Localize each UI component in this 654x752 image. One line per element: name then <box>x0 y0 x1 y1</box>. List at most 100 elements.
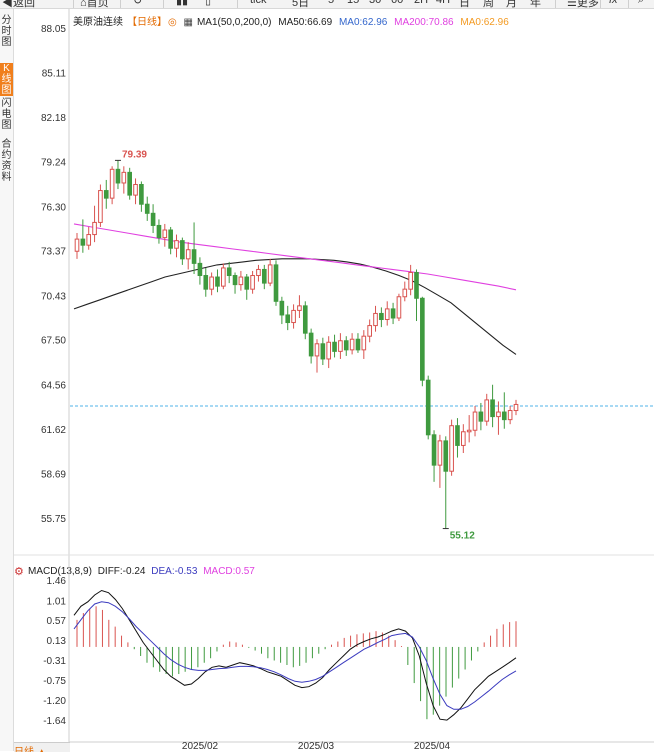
candle-body <box>185 249 191 260</box>
candle-body <box>326 341 332 360</box>
high-label: 79.39 <box>122 149 147 160</box>
candle-body <box>425 379 431 436</box>
candle-body <box>203 275 209 290</box>
price-tick-label: 58.69 <box>41 469 66 480</box>
candle-body <box>349 338 355 351</box>
candle-body <box>513 403 519 412</box>
price-tick-label: 88.05 <box>41 24 66 35</box>
candle-body <box>373 312 378 327</box>
candle-body <box>139 183 144 205</box>
macd-tick-label: 0.57 <box>47 616 67 627</box>
candle-body <box>478 411 484 422</box>
candle-body <box>420 297 425 381</box>
candle-body <box>455 425 460 446</box>
macd-tick-label: 1.46 <box>47 576 67 587</box>
candle-body <box>267 264 273 284</box>
price-tick-label: 82.18 <box>41 113 66 124</box>
price-tick-label: 85.11 <box>42 69 67 80</box>
candle-body <box>127 171 132 196</box>
candle-body <box>379 312 384 321</box>
candle-body <box>191 249 197 264</box>
price-chart[interactable]: 88.05 85.11 82.18 79.24 76.30 73.37 70.43 67.50… <box>0 0 654 751</box>
macd-tick-label: -0.75 <box>43 676 66 687</box>
candle-body <box>507 410 513 421</box>
candle-body <box>291 309 296 324</box>
candle-body <box>226 267 232 277</box>
macd-tick-label: -0.31 <box>43 656 66 667</box>
candle-body <box>144 203 150 214</box>
candle-body <box>115 168 121 184</box>
candle-body <box>109 168 115 199</box>
candle-body <box>437 440 443 466</box>
candle-body <box>92 221 97 236</box>
candle-body <box>74 238 80 252</box>
ma200-line <box>73 223 517 291</box>
candle-body <box>396 296 402 319</box>
candle-body <box>297 305 302 311</box>
candle-body <box>461 431 466 446</box>
candle-body <box>285 314 291 324</box>
candle-body <box>343 340 349 351</box>
candle-body <box>221 267 226 287</box>
candle-body <box>244 276 250 290</box>
bottom-tab-label: 日线 <box>14 747 34 752</box>
candle-body <box>238 276 244 286</box>
price-tick-label: 55.75 <box>41 514 66 525</box>
candle-body <box>256 268 261 277</box>
candle-body <box>174 240 179 249</box>
candle-body <box>408 271 413 290</box>
price-tick-label: 73.37 <box>41 247 66 258</box>
candle-body <box>215 276 220 287</box>
ma50-line <box>73 258 517 355</box>
candle-body <box>361 335 367 351</box>
candle-body <box>320 343 326 360</box>
x-tick-label: 2025/04 <box>414 741 451 751</box>
candle-body <box>384 308 390 321</box>
price-tick-label: 70.43 <box>41 291 66 302</box>
candle-body <box>86 234 92 246</box>
candle-body <box>314 343 320 357</box>
candle-body <box>443 440 449 472</box>
candle-body <box>232 275 238 286</box>
candle-body <box>496 411 501 418</box>
x-tick-label: 2025/03 <box>298 741 335 751</box>
candle-body <box>402 288 408 298</box>
candle-body <box>484 399 490 422</box>
candle-body <box>332 341 337 352</box>
candle-body <box>197 262 203 277</box>
candle-body <box>261 268 267 284</box>
candle-body <box>279 300 285 316</box>
candle-body <box>355 338 361 351</box>
macd-tick-label: 1.01 <box>47 596 67 607</box>
candle-body <box>121 171 127 184</box>
macd-tick-label: -1.64 <box>43 716 66 727</box>
candle-body <box>449 425 454 472</box>
candle-body <box>367 325 372 337</box>
candle-body <box>466 429 472 433</box>
price-tick-label: 79.24 <box>41 158 66 169</box>
price-tick-label: 76.30 <box>41 202 66 213</box>
candle-body <box>162 229 168 239</box>
candle-body <box>150 212 156 226</box>
macd-tick-label: -1.20 <box>43 696 66 707</box>
price-tick-label: 64.56 <box>41 380 66 391</box>
x-tick-label: 2025/02 <box>182 741 219 751</box>
candle-body <box>390 308 396 319</box>
price-tick-label: 61.62 <box>41 425 66 436</box>
candle-body <box>338 340 343 352</box>
candle-body <box>98 190 103 223</box>
candle-body <box>501 411 507 421</box>
candle-body <box>168 229 173 249</box>
candle-body <box>308 332 314 357</box>
candle-body <box>414 271 419 299</box>
macd-tick-label: 0.13 <box>47 636 67 647</box>
candle-body <box>302 305 308 334</box>
candle-body <box>273 264 279 302</box>
candle-body <box>250 275 255 290</box>
candle-body <box>180 240 185 260</box>
candle-body <box>490 399 495 418</box>
candle-body <box>472 411 478 431</box>
candle-body <box>209 276 214 290</box>
candle-body <box>431 434 437 466</box>
candle-body <box>156 224 162 239</box>
